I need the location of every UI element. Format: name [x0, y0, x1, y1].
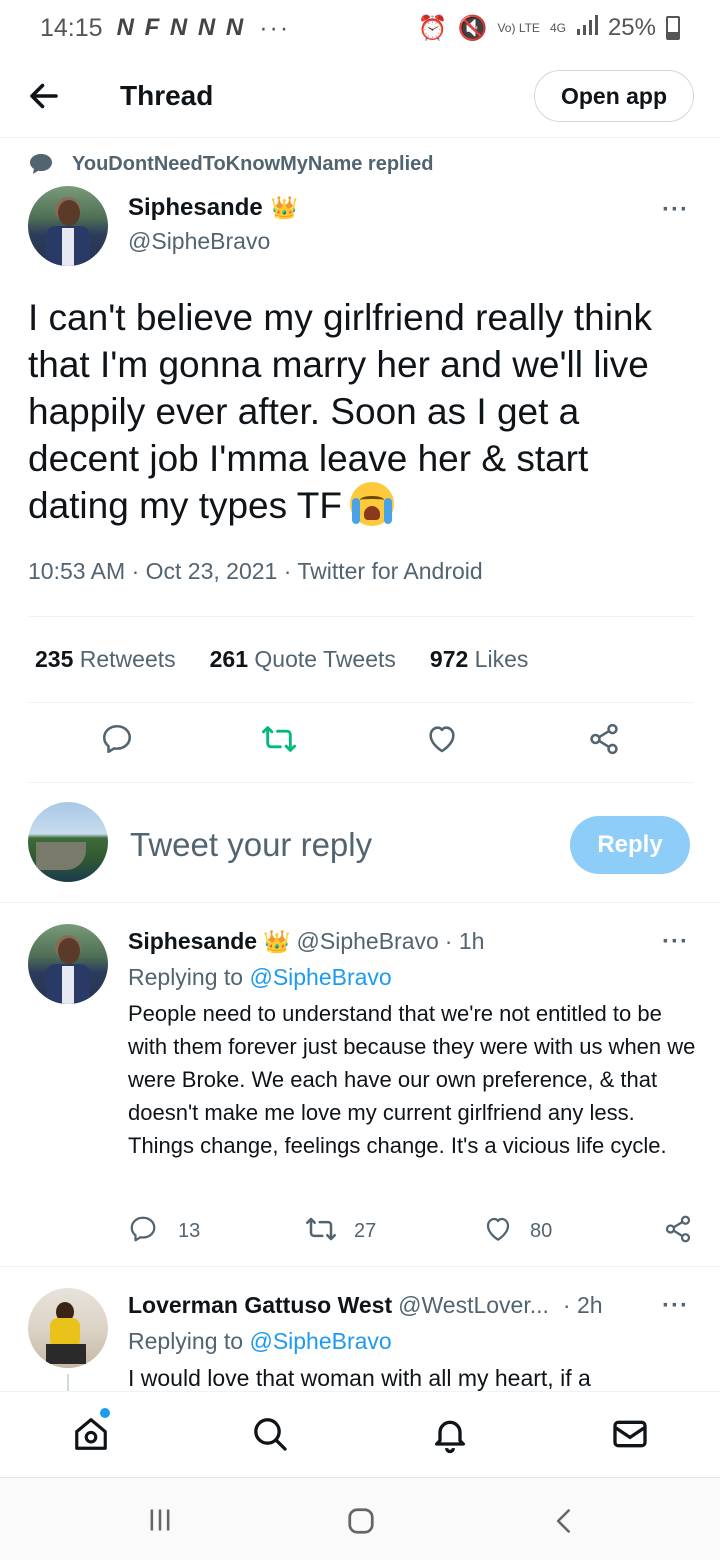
- replied-text: YouDontNeedToKnowMyName replied: [72, 152, 434, 175]
- mute-icon: 🔇: [457, 14, 488, 42]
- more-dots-icon[interactable]: ···: [662, 1292, 689, 1320]
- likes-stat[interactable]: 972 Likes: [430, 646, 528, 673]
- bottom-nav: [0, 1391, 720, 1477]
- user-avatar[interactable]: [28, 802, 108, 882]
- status-right: ⏰ 🔇 Vo) LTE 4G 25%: [418, 14, 680, 43]
- replying-to-link[interactable]: @SipheBravo: [249, 1328, 391, 1354]
- signal-icon: [576, 14, 598, 43]
- status-time: 14:15: [40, 13, 103, 42]
- tweet-actions: [0, 722, 720, 766]
- home-icon[interactable]: [72, 1414, 110, 1454]
- back-chevron-icon[interactable]: [550, 1506, 578, 1536]
- heart-icon[interactable]: [424, 722, 460, 756]
- notification-icons: N F N N N: [116, 14, 246, 41]
- bell-icon[interactable]: [430, 1414, 470, 1454]
- divider: [28, 702, 694, 703]
- mail-icon[interactable]: [610, 1414, 650, 1454]
- alarm-icon: ⏰: [417, 14, 448, 42]
- network-indicator: 4G: [549, 21, 566, 35]
- status-more-icon: ···: [259, 13, 291, 42]
- retweet-icon[interactable]: [260, 722, 298, 756]
- reply-author-handle: @SipheBravo: [296, 928, 439, 954]
- retweets-label: Retweets: [79, 646, 176, 672]
- avatar[interactable]: [28, 924, 108, 1004]
- home-circle-icon[interactable]: [346, 1506, 376, 1536]
- reply-time: · 2h: [562, 1292, 603, 1318]
- replying-to: Replying to @SipheBravo: [128, 964, 392, 991]
- social-context: YouDontNeedToKnowMyName replied: [28, 152, 434, 176]
- tweet-text: I can't believe my girlfriend really thi…: [28, 294, 698, 529]
- tweet-text-body: I can't believe my girlfriend really thi…: [28, 297, 652, 526]
- reply-input[interactable]: Tweet your reply: [130, 826, 372, 864]
- reply-button[interactable]: Reply: [570, 816, 690, 874]
- share-icon[interactable]: [586, 722, 622, 756]
- divider: [28, 616, 694, 617]
- more-dots-icon[interactable]: ···: [662, 928, 689, 956]
- share-icon[interactable]: [662, 1214, 694, 1244]
- open-app-button[interactable]: Open app: [534, 70, 694, 122]
- author-name[interactable]: Siphesande 👑: [128, 194, 298, 222]
- crown-icon: 👑: [263, 929, 291, 954]
- reply-author-handle: @WestLover...: [398, 1292, 549, 1318]
- tweet-stats: 235 Retweets 261 Quote Tweets 972 Likes: [35, 646, 528, 673]
- divider: [0, 902, 720, 903]
- retweets-stat[interactable]: 235 Retweets: [35, 646, 176, 673]
- reply-time: · 1h: [444, 928, 485, 954]
- retweets-count: 235: [35, 646, 74, 672]
- reply-bubble-icon[interactable]: [100, 722, 134, 756]
- replying-prefix: Replying to: [128, 964, 244, 990]
- quotes-count: 261: [209, 646, 249, 672]
- author-name-text: Siphesande: [128, 194, 263, 221]
- likes-label: Likes: [474, 646, 529, 672]
- reply-author[interactable]: Siphesande 👑 @SipheBravo · 1h: [128, 928, 484, 955]
- replying-prefix: Replying to: [128, 1328, 244, 1354]
- reply-author[interactable]: Loverman Gattuso West @WestLover... · 2h: [128, 1292, 603, 1319]
- arrow-left-icon[interactable]: [26, 78, 62, 114]
- status-bar: 14:15 N F N N N ··· ⏰ 🔇 Vo) LTE 4G 25%: [0, 0, 720, 56]
- reply-text: People need to understand that we're not…: [128, 1001, 696, 1158]
- battery-percent: 25%: [607, 14, 656, 41]
- heart-icon[interactable]: [482, 1214, 514, 1244]
- likes-count: 972: [429, 646, 469, 672]
- battery-icon: [666, 16, 680, 40]
- divider: [0, 1266, 720, 1267]
- search-icon[interactable]: [250, 1414, 290, 1454]
- author-handle[interactable]: @SipheBravo: [128, 228, 270, 255]
- volte-indicator: Vo) LTE: [497, 21, 540, 35]
- replying-to: Replying to @SipheBravo: [128, 1328, 392, 1355]
- reply-bubble-icon[interactable]: [128, 1214, 158, 1244]
- quotes-label: Quote Tweets: [254, 646, 396, 672]
- reply-text: I would love that woman with all my hear…: [128, 1365, 591, 1391]
- speech-bubble-icon: [30, 154, 52, 174]
- crown-icon: 👑: [270, 195, 299, 220]
- avatar[interactable]: [28, 186, 108, 266]
- system-nav: [0, 1477, 720, 1560]
- reply-actions: 13 27 80: [0, 1214, 720, 1248]
- page-title: Thread: [120, 80, 214, 111]
- reply-count: 13: [178, 1220, 201, 1242]
- tweet-meta[interactable]: 10:53 AM · Oct 23, 2021 · Twitter for An…: [28, 558, 483, 585]
- retweet-count: 27: [354, 1220, 377, 1242]
- loudly-crying-face-icon: [349, 482, 394, 526]
- more-dots-icon[interactable]: ···: [662, 196, 689, 224]
- quote-tweets-stat[interactable]: 261 Quote Tweets: [210, 646, 396, 673]
- replying-to-link[interactable]: @SipheBravo: [249, 964, 391, 990]
- divider: [28, 782, 694, 783]
- notification-dot: [100, 1408, 110, 1418]
- like-count: 80: [530, 1220, 553, 1242]
- reply-author-name: Siphesande: [128, 928, 258, 954]
- retweet-icon[interactable]: [304, 1214, 338, 1244]
- reply-author-name: Loverman Gattuso West: [128, 1292, 393, 1318]
- avatar[interactable]: [28, 1288, 108, 1368]
- recent-apps-icon[interactable]: [146, 1506, 174, 1534]
- app-header: Thread Open app: [0, 56, 720, 138]
